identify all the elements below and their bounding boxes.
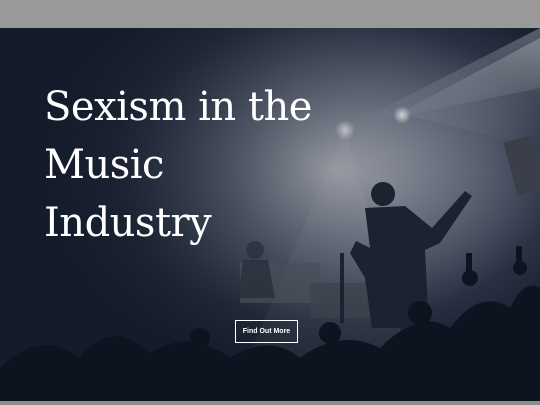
- find-out-more-button[interactable]: Find Out More: [235, 320, 298, 343]
- bottom-bar: [0, 401, 540, 405]
- hero-title-line-2: Music: [44, 142, 164, 188]
- hero-title-line-3: Industry: [44, 200, 212, 246]
- top-bar: [0, 0, 540, 28]
- hero-title-line-1: Sexism in the: [44, 84, 312, 130]
- hero-title: Sexism in the Music Industry: [44, 78, 344, 252]
- hero-banner: Sexism in the Music Industry Find Out Mo…: [0, 28, 540, 401]
